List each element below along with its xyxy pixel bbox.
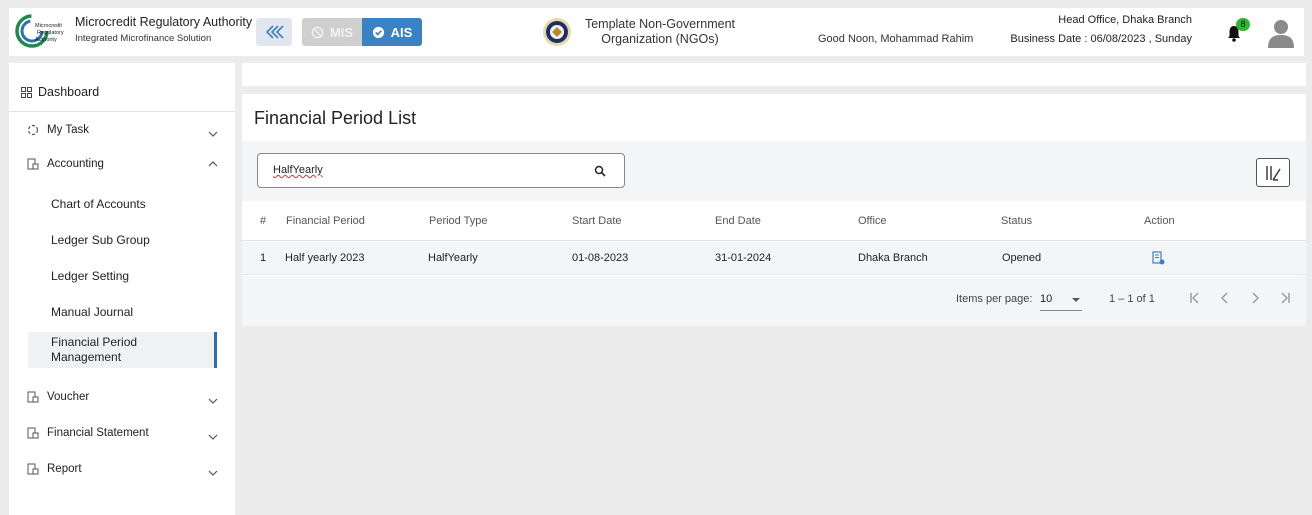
logo-line-2: Regulatory [37,30,64,36]
sidebar-item-label: Dashboard [38,85,100,99]
logo-line-3: Authority [35,37,57,43]
mra-logo-icon: Microcredit Regulatory Authority [15,14,64,48]
financial-period-cell: Half yearly 2023 [285,252,365,264]
branch-name: Head Office, Dhaka Branch [1058,14,1192,26]
column-header: Action [1144,214,1175,227]
column-header: # [260,214,267,227]
sidebar-subitem-ledger-sub-group[interactable]: Ledger Sub Group [51,233,150,247]
column-edit-icon [1266,165,1281,181]
mis-button[interactable]: MIS [302,18,362,46]
double-chevron-left-icon [265,25,284,39]
last-page-button[interactable] [1276,289,1294,307]
sidebar: Dashboard My Task Accounting Chart of Ac… [9,63,235,515]
page-range-label: 1 – 1 of 1 [1109,293,1155,305]
end-date-cell: 31-01-2024 [715,252,772,264]
sidebar-subitem-financial-period-management[interactable]: Financial Period Management [28,332,217,368]
financial-period-card: Financial Period List HalfYearly # Finan… [242,94,1306,326]
app-header: Microcredit Regulatory Authority Microcr… [9,8,1304,56]
column-header[interactable]: Office [858,201,887,240]
previous-page-button[interactable] [1216,289,1234,307]
ais-button[interactable]: AIS [362,18,422,46]
page-title: Financial Period List [254,108,417,128]
sidebar-item-my-task[interactable]: My Task [27,124,219,137]
user-greeting: Good Noon, Mohammad Rahim [818,33,974,45]
search-input-value: HalfYearly [273,164,323,176]
block-icon [311,26,324,38]
chevron-up-icon [208,161,218,167]
column-settings-button[interactable] [1256,158,1290,187]
sidebar-item-label: Voucher [47,391,90,403]
edit-document-icon[interactable] [1152,251,1165,265]
org-subtitle: Integrated Microfinance Solution [75,33,212,44]
notification-count-badge: 8 [1236,18,1250,31]
breadcrumb-strip [242,63,1306,86]
start-date-cell: 01-08-2023 [572,252,629,264]
mis-label: MIS [329,24,354,40]
sidebar-item-label: Report [47,463,82,475]
table-toolbar: HalfYearly [242,141,1306,201]
chevron-down-icon [208,398,218,404]
row-index: 1 [260,252,267,264]
sidebar-subitem-chart-of-accounts[interactable]: Chart of Accounts [51,197,146,211]
sidebar-item-report[interactable]: Report [27,463,219,476]
sidebar-item-label: My Task [47,124,89,136]
last-page-icon [1281,292,1290,304]
paginator: Items per page: 10 1 – 1 of 1 [242,276,1306,326]
sidebar-subitem-ledger-setting[interactable]: Ledger Setting [51,269,129,283]
search-input[interactable]: HalfYearly [257,153,625,188]
next-page-button[interactable] [1246,289,1264,307]
table-header: # Financial Period Period Type Start Dat… [242,201,1306,241]
chevron-down-icon [208,434,218,440]
first-page-button[interactable] [1186,289,1204,307]
sidebar-item-dashboard[interactable]: Dashboard [21,85,99,99]
chevron-left-icon [1221,292,1228,304]
logo-line-1: Microcredit [35,23,62,29]
ngo-name-line-1: Template Non-Government [584,17,736,31]
status-cell: Opened [1002,252,1042,264]
sidebar-item-label: Accounting [47,158,104,170]
column-header[interactable]: Start Date [572,201,622,240]
first-page-icon [1190,292,1199,304]
check-circle-icon [372,26,384,38]
action-cell [1152,242,1165,274]
ngo-name: Template Non-Government Organization (NG… [575,17,745,47]
ais-label: AIS [390,24,413,40]
business-date: Business Date : 06/08/2023 , Sunday [1010,33,1192,45]
items-per-page-label: Items per page: [956,293,1033,305]
ngo-name-line-2: Organization (NGOs) [601,32,719,46]
chevron-down-icon [208,470,218,476]
ledger-icon [27,158,39,170]
user-avatar-icon[interactable] [1267,18,1295,48]
ngo-seal-icon [543,18,571,46]
ledger-icon [27,463,39,475]
chevron-right-icon [1252,292,1259,304]
sidebar-item-label: Financial Statement [47,427,149,439]
sidebar-item-accounting[interactable]: Accounting [27,158,219,170]
ledger-icon [27,427,39,439]
sidebar-subitem-manual-journal[interactable]: Manual Journal [51,305,133,319]
column-header[interactable]: Period Type [429,201,488,240]
sidebar-item-financial-statement[interactable]: Financial Statement [27,427,219,440]
column-header[interactable]: Status [1001,201,1032,240]
search-icon[interactable] [594,165,606,177]
sidebar-item-voucher[interactable]: Voucher [27,391,219,404]
column-header[interactable]: Financial Period [286,201,365,240]
sidebar-divider [9,111,235,112]
ledger-icon [27,391,39,403]
dropdown-arrow-icon [1072,298,1080,302]
chevron-down-icon [208,131,218,137]
period-type-cell: HalfYearly [428,252,478,264]
column-header[interactable]: End Date [715,201,761,240]
items-per-page-select[interactable]: 10 [1040,287,1082,311]
org-name: Microcredit Regulatory Authority [75,15,253,29]
office-cell: Dhaka Branch [858,252,928,264]
grid-icon [21,86,32,98]
sidebar-subitem-label: Financial Period Management [51,335,138,364]
collapse-sidebar-button[interactable] [256,18,292,46]
spinner-icon [27,124,39,136]
items-per-page-value: 10 [1040,293,1053,305]
table-row: 1 Half yearly 2023 HalfYearly 01-08-2023… [242,242,1306,275]
